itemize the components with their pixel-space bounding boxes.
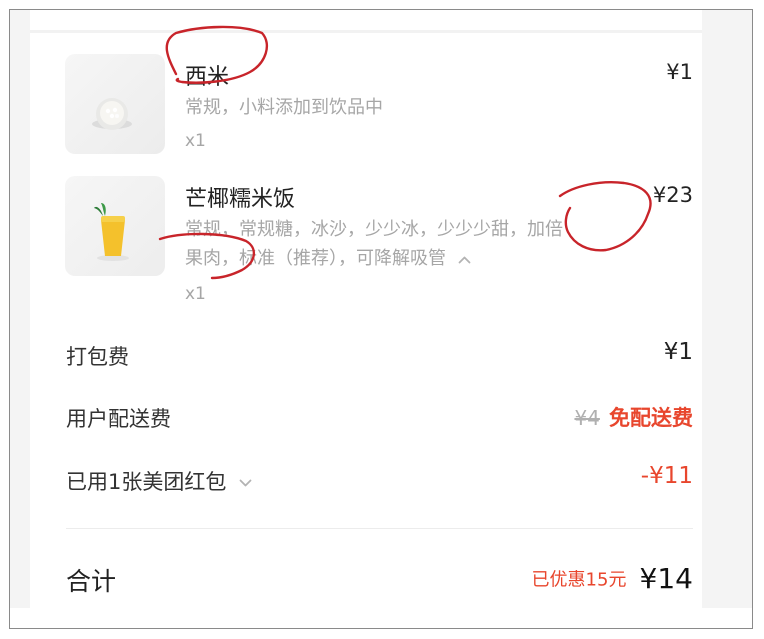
packing-fee-label: 打包费 [66,345,129,369]
divider [66,528,693,529]
item-image-sago[interactable] [65,54,165,154]
item-name: 芒椰糯米饭 [185,187,296,212]
item-qty: x1 [185,131,206,151]
right-gutter [702,10,752,608]
item-image-mango-rice[interactable] [65,176,165,276]
item-qty: x1 [185,284,206,304]
coupon-row[interactable]: 已用1张美团红包 [66,466,252,496]
sago-bowl-image [92,98,132,130]
delivery-fee-label: 用户配送费 [66,407,171,431]
total-label: 合计 [66,567,117,596]
total-value: 已优惠15元 ¥14 [532,562,693,595]
coupon-value: -¥11 [640,463,693,489]
item-name: 西米 [185,65,230,90]
discount-text: 已优惠15元 [531,569,627,591]
left-gutter [10,10,30,608]
packing-fee-value: ¥1 [663,339,693,365]
delivery-fee-value: ¥4 免配送费 [574,402,693,432]
item-spec: 常规，小料添加到饮品中 [185,97,383,118]
free-delivery-badge: 免配送费 [609,406,693,430]
item-spec-text: 果肉，标准（推荐），可降解吸管 [185,248,446,269]
item-spec-line1: 常规，常规糖，冰沙，少少冰，少少少甜，加倍 [185,219,563,240]
chevron-down-icon[interactable] [239,479,252,488]
item-price: ¥1 [666,60,693,84]
coupon-label: 已用1张美团红包 [66,470,227,494]
total-amount: ¥14 [639,562,693,595]
item-spec-line2[interactable]: 果肉，标准（推荐），可降解吸管 [185,244,471,273]
item-price: ¥23 [652,183,693,207]
mango-drink-image [94,203,129,261]
chevron-up-icon[interactable] [458,255,471,264]
delivery-original-price: ¥4 [574,406,600,430]
